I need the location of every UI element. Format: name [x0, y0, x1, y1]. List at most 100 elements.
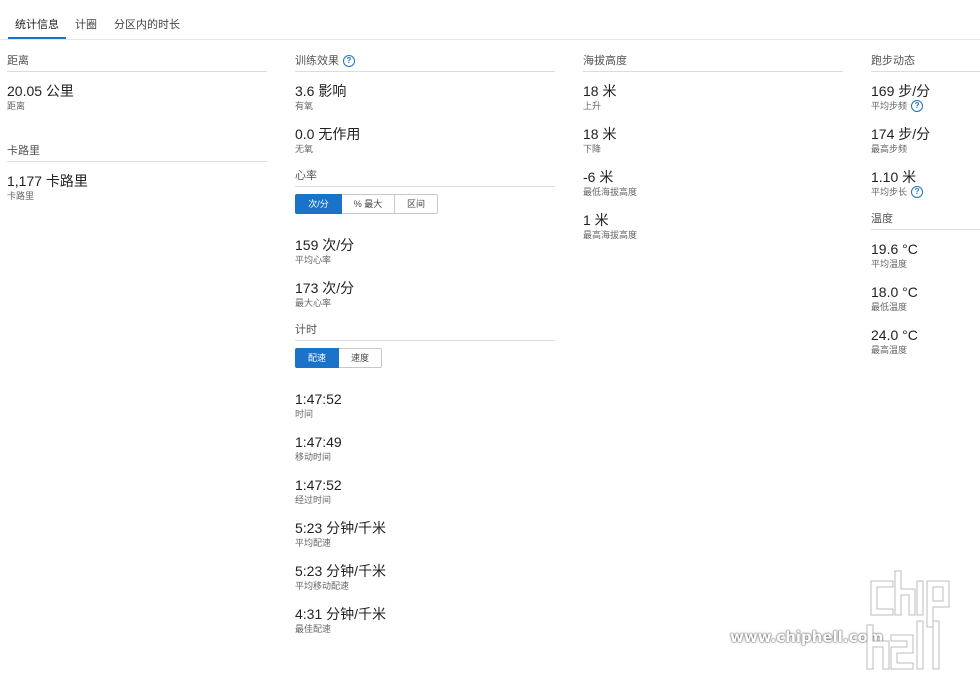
stat-value: 1:47:52 — [295, 477, 342, 493]
section-title-training: 训练效果 ? — [295, 54, 555, 72]
stat-value: 1 米 — [583, 212, 609, 228]
stat-avg-pace: 5:23 分钟/千米 平均配速 — [295, 519, 555, 552]
stat-avg-cadence: 169 步/分 平均步频 ? — [871, 82, 980, 115]
stat-moving-time: 1:47:49 移动时间 — [295, 433, 555, 466]
distance-section: 距离 20.05 公里 距离 — [7, 54, 267, 115]
section-title-running-dynamics: 跑步动态 — [871, 54, 980, 72]
stat-best-pace: 4:31 分钟/千米 最佳配速 — [295, 605, 555, 638]
tab-statistics[interactable]: 统计信息 — [8, 12, 66, 39]
stat-value: 18 米 — [583, 83, 617, 99]
stat-descent: 18 米 下降 — [583, 125, 843, 158]
stat-distance: 20.05 公里 距离 — [7, 82, 267, 115]
timing-section: 计时 配速 速度 1:47:52 时间 1:47:49 移动时间 1:47:52… — [295, 323, 555, 638]
stat-label: 平均移动配速 — [295, 581, 350, 591]
toggle-bpm[interactable]: 次/分 — [295, 194, 342, 214]
stat-label: 最高步频 — [871, 144, 908, 154]
timing-unit-toggle: 配速 速度 — [295, 348, 555, 368]
temperature-section: 温度 19.6 °C 平均温度 18.0 °C 最低温度 24.0 °C 最高温… — [871, 212, 980, 359]
stat-value: 169 步/分 — [871, 83, 931, 99]
stat-max-hr: 173 次/分 最大心率 — [295, 279, 555, 312]
stat-value: 1:47:49 — [295, 434, 342, 450]
stat-max-cadence: 174 步/分 最高步频 — [871, 125, 980, 158]
stat-label: 最低温度 — [871, 302, 908, 312]
stat-label: 最低海拔高度 — [583, 187, 638, 197]
stat-max-elevation: 1 米 最高海拔高度 — [583, 211, 843, 244]
stat-label: 平均步长 — [871, 187, 908, 197]
section-title-temperature: 温度 — [871, 212, 980, 230]
stat-avg-hr: 159 次/分 平均心率 — [295, 236, 555, 269]
toggle-zones[interactable]: 区间 — [395, 194, 438, 214]
stat-avg-stride: 1.10 米 平均步长 ? — [871, 168, 980, 201]
stat-value: 24.0 °C — [871, 327, 918, 343]
stat-label: 有氧 — [295, 101, 314, 111]
tab-time-in-zones[interactable]: 分区内的时长 — [108, 12, 186, 38]
section-title-text: 训练效果 — [295, 55, 339, 67]
stat-value: 0.0 无作用 — [295, 126, 361, 142]
stat-value: 1,177 卡路里 — [7, 173, 88, 189]
column-dynamics-temperature: 跑步动态 169 步/分 平均步频 ? 174 步/分 最高步频 1.10 米 … — [871, 54, 980, 359]
stat-aerobic: 3.6 影响 有氧 — [295, 82, 555, 115]
watermark: www.chiphell.com — [730, 566, 970, 676]
stat-label: 最佳配速 — [295, 624, 332, 634]
stat-value: 173 次/分 — [295, 280, 355, 296]
stat-value: 5:23 分钟/千米 — [295, 520, 387, 536]
calories-section: 卡路里 1,177 卡路里 卡路里 — [7, 144, 267, 205]
heart-rate-unit-toggle: 次/分 % 最大 区间 — [295, 194, 555, 214]
section-title-distance: 距离 — [7, 54, 267, 72]
stat-label: 最大心率 — [295, 298, 332, 308]
column-distance-calories: 距离 20.05 公里 距离 卡路里 1,177 卡路里 卡路里 — [7, 54, 267, 205]
stat-value: -6 米 — [583, 169, 614, 185]
stat-label-row: 平均步频 ? — [871, 100, 980, 112]
stat-label: 经过时间 — [295, 495, 332, 505]
stat-value: 159 次/分 — [295, 237, 355, 253]
stat-calories: 1,177 卡路里 卡路里 — [7, 172, 267, 205]
help-icon[interactable]: ? — [911, 100, 924, 112]
toggle-pace[interactable]: 配速 — [295, 348, 339, 368]
stat-label: 平均温度 — [871, 259, 908, 269]
stat-value: 5:23 分钟/千米 — [295, 563, 387, 579]
stat-label: 最高温度 — [871, 345, 908, 355]
column-training-hr-timing: 训练效果 ? 3.6 影响 有氧 0.0 无作用 无氧 心率 次/分 % 最大 … — [295, 54, 555, 638]
tab-laps[interactable]: 计圈 — [70, 12, 102, 38]
stat-value: 1:47:52 — [295, 391, 342, 407]
stat-value: 18.0 °C — [871, 284, 918, 300]
stat-label: 平均配速 — [295, 538, 332, 548]
section-title-calories: 卡路里 — [7, 144, 267, 162]
section-title-timing: 计时 — [295, 323, 555, 341]
running-dynamics-section: 跑步动态 169 步/分 平均步频 ? 174 步/分 最高步频 1.10 米 … — [871, 54, 980, 201]
stat-min-elevation: -6 米 最低海拔高度 — [583, 168, 843, 201]
stat-value: 174 步/分 — [871, 126, 931, 142]
stat-anaerobic: 0.0 无作用 无氧 — [295, 125, 555, 158]
stat-avg-temp: 19.6 °C 平均温度 — [871, 240, 980, 273]
toggle-percent-max[interactable]: % 最大 — [342, 194, 395, 214]
stat-label: 下降 — [583, 144, 602, 154]
stat-label-row: 平均步长 ? — [871, 186, 980, 198]
section-title-elevation: 海拔高度 — [583, 54, 843, 72]
stat-avg-moving-pace: 5:23 分钟/千米 平均移动配速 — [295, 562, 555, 595]
stat-label: 时间 — [295, 409, 314, 419]
toggle-speed[interactable]: 速度 — [339, 348, 382, 368]
stats-tab-bar: 统计信息 计圈 分区内的时长 — [0, 0, 980, 40]
stat-value: 19.6 °C — [871, 241, 918, 257]
stat-elapsed-time: 1:47:52 经过时间 — [295, 476, 555, 509]
column-elevation: 海拔高度 18 米 上升 18 米 下降 -6 米 最低海拔高度 1 米 最高海… — [583, 54, 843, 244]
heart-rate-section: 心率 次/分 % 最大 区间 159 次/分 平均心率 173 次/分 最大心率 — [295, 169, 555, 312]
stat-min-temp: 18.0 °C 最低温度 — [871, 283, 980, 316]
stat-label: 无氧 — [295, 144, 314, 154]
help-icon[interactable]: ? — [911, 186, 924, 198]
stat-value: 20.05 公里 — [7, 83, 74, 99]
training-effect-section: 训练效果 ? 3.6 影响 有氧 0.0 无作用 无氧 — [295, 54, 555, 158]
section-title-heart-rate: 心率 — [295, 169, 555, 187]
help-icon[interactable]: ? — [343, 55, 355, 67]
stat-value: 3.6 影响 — [295, 83, 347, 99]
stat-value: 1.10 米 — [871, 169, 917, 185]
stat-label: 平均心率 — [295, 255, 332, 265]
stat-label: 上升 — [583, 101, 602, 111]
stat-label: 最高海拔高度 — [583, 230, 638, 240]
stat-value: 4:31 分钟/千米 — [295, 606, 387, 622]
stat-label: 距离 — [7, 101, 26, 111]
stat-max-temp: 24.0 °C 最高温度 — [871, 326, 980, 359]
stat-ascent: 18 米 上升 — [583, 82, 843, 115]
stat-label: 卡路里 — [7, 191, 35, 201]
stat-value: 18 米 — [583, 126, 617, 142]
